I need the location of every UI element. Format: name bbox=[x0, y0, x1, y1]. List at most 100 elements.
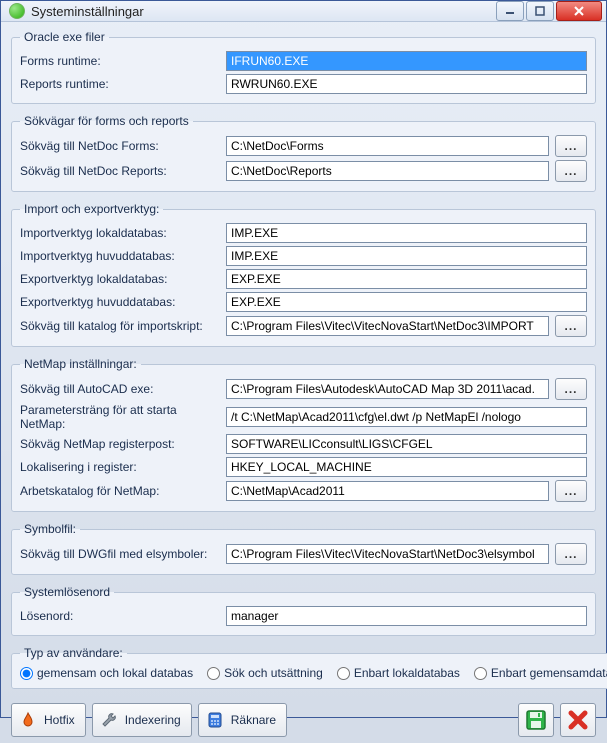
row-autocad-path: Sökväg till AutoCAD exe: ... bbox=[20, 378, 587, 400]
browse-netdoc-forms-button[interactable]: ... bbox=[555, 135, 587, 157]
radio-local-only[interactable] bbox=[337, 667, 350, 680]
row-exp-local: Exportverktyg lokaldatabas: bbox=[20, 269, 587, 289]
row-password: Lösenord: bbox=[20, 606, 587, 626]
netmap-regpost-input[interactable] bbox=[226, 434, 587, 454]
netmap-regpost-label: Sökväg NetMap registerpost: bbox=[20, 437, 220, 451]
cancel-icon bbox=[567, 709, 589, 731]
maximize-button[interactable] bbox=[526, 1, 554, 21]
indexing-button[interactable]: Indexering bbox=[92, 703, 192, 737]
netdoc-reports-path-label: Sökväg till NetDoc Reports: bbox=[20, 164, 220, 178]
row-netdoc-forms-path: Sökväg till NetDoc Forms: ... bbox=[20, 135, 587, 157]
radio-opt-local-only[interactable]: Enbart lokaldatabas bbox=[337, 666, 460, 680]
radio-shared-only[interactable] bbox=[474, 667, 487, 680]
group-paths-legend: Sökvägar för forms och reports bbox=[20, 114, 193, 128]
row-imp-local: Importverktyg lokaldatabas: bbox=[20, 223, 587, 243]
radio-shared-local-label: gemensam och lokal databas bbox=[37, 666, 193, 680]
hotfix-button[interactable]: Hotfix bbox=[11, 703, 86, 737]
browse-dwg-button[interactable]: ... bbox=[555, 543, 587, 565]
netdoc-forms-path-input[interactable] bbox=[226, 136, 549, 156]
group-symbol-legend: Symbolfil: bbox=[20, 522, 80, 536]
dwg-path-input[interactable] bbox=[226, 544, 549, 564]
exp-main-input[interactable] bbox=[226, 292, 587, 312]
autocad-path-input[interactable] bbox=[226, 379, 549, 399]
group-import-export-legend: Import och exportverktyg: bbox=[20, 202, 163, 216]
browse-netdoc-reports-button[interactable]: ... bbox=[555, 160, 587, 182]
radio-opt-shared-only[interactable]: Enbart gemensamdatabas bbox=[474, 666, 607, 680]
group-oracle: Oracle exe filer Forms runtime: Reports … bbox=[11, 30, 596, 104]
close-button[interactable] bbox=[556, 1, 602, 21]
radio-row-usertype: gemensam och lokal databas Sök och utsät… bbox=[20, 664, 607, 682]
reports-runtime-label: Reports runtime: bbox=[20, 77, 220, 91]
radio-shared-only-label: Enbart gemensamdatabas bbox=[491, 666, 607, 680]
imp-local-input[interactable] bbox=[226, 223, 587, 243]
settings-window: Systeminställningar Oracle exe filer For… bbox=[0, 0, 607, 718]
row-dwg-path: Sökväg till DWGfil med elsymboler: ... bbox=[20, 543, 587, 565]
group-oracle-legend: Oracle exe filer bbox=[20, 30, 109, 44]
app-icon bbox=[9, 3, 25, 19]
row-netmap-regpost: Sökväg NetMap registerpost: bbox=[20, 434, 587, 454]
titlebar: Systeminställningar bbox=[1, 1, 606, 22]
group-netmap-legend: NetMap inställningar: bbox=[20, 357, 141, 371]
row-netmap-reglocal: Lokalisering i register: bbox=[20, 457, 587, 477]
radio-search[interactable] bbox=[207, 667, 220, 680]
import-script-path-input[interactable] bbox=[226, 316, 549, 336]
save-button[interactable] bbox=[518, 703, 554, 737]
exp-local-input[interactable] bbox=[226, 269, 587, 289]
content-area: Oracle exe filer Forms runtime: Reports … bbox=[1, 22, 606, 743]
window-controls bbox=[496, 1, 602, 21]
forms-runtime-label: Forms runtime: bbox=[20, 54, 220, 68]
password-label: Lösenord: bbox=[20, 609, 220, 623]
counters-button-label: Räknare bbox=[231, 713, 276, 727]
minimize-icon bbox=[505, 6, 515, 16]
maximize-icon bbox=[535, 6, 545, 16]
imp-main-input[interactable] bbox=[226, 246, 587, 266]
browse-autocad-button[interactable]: ... bbox=[555, 378, 587, 400]
cancel-button[interactable] bbox=[560, 703, 596, 737]
group-password: Systemlösenord Lösenord: bbox=[11, 585, 596, 636]
group-paths: Sökvägar för forms och reports Sökväg ti… bbox=[11, 114, 596, 192]
reports-runtime-input[interactable] bbox=[226, 74, 587, 94]
wrench-icon bbox=[99, 710, 119, 730]
netmap-workdir-input[interactable] bbox=[226, 481, 549, 501]
dwg-path-label: Sökväg till DWGfil med elsymboler: bbox=[20, 547, 220, 561]
exp-main-label: Exportverktyg huvuddatabas: bbox=[20, 295, 220, 309]
radio-opt-search[interactable]: Sök och utsättning bbox=[207, 666, 323, 680]
row-netmap-params: Parametersträng för att starta NetMap: bbox=[20, 403, 587, 431]
minimize-button[interactable] bbox=[496, 1, 524, 21]
netmap-params-label: Parametersträng för att starta NetMap: bbox=[20, 403, 220, 431]
bottom-toolbar: Hotfix Indexering Räknare bbox=[11, 699, 596, 737]
row-forms-runtime: Forms runtime: bbox=[20, 51, 587, 71]
group-password-legend: Systemlösenord bbox=[20, 585, 114, 599]
imp-local-label: Importverktyg lokaldatabas: bbox=[20, 226, 220, 240]
netdoc-reports-path-input[interactable] bbox=[226, 161, 549, 181]
counters-button[interactable]: Räknare bbox=[198, 703, 287, 737]
hotfix-button-label: Hotfix bbox=[44, 713, 75, 727]
netmap-reglocal-input[interactable] bbox=[226, 457, 587, 477]
password-input[interactable] bbox=[226, 606, 587, 626]
window-title: Systeminställningar bbox=[31, 4, 496, 19]
netdoc-forms-path-label: Sökväg till NetDoc Forms: bbox=[20, 139, 220, 153]
browse-netmap-workdir-button[interactable]: ... bbox=[555, 480, 587, 502]
netmap-params-input[interactable] bbox=[226, 407, 587, 427]
imp-main-label: Importverktyg huvuddatabas: bbox=[20, 249, 220, 263]
radio-local-only-label: Enbart lokaldatabas bbox=[354, 666, 460, 680]
indexing-button-label: Indexering bbox=[125, 713, 181, 727]
browse-import-script-button[interactable]: ... bbox=[555, 315, 587, 337]
calculator-icon bbox=[205, 710, 225, 730]
netmap-reglocal-label: Lokalisering i register: bbox=[20, 460, 220, 474]
close-icon bbox=[573, 6, 585, 16]
radio-shared-local[interactable] bbox=[20, 667, 33, 680]
group-usertype: Typ av användare: gemensam och lokal dat… bbox=[11, 646, 607, 689]
radio-opt-shared-local[interactable]: gemensam och lokal databas bbox=[20, 666, 193, 680]
row-reports-runtime: Reports runtime: bbox=[20, 74, 587, 94]
group-usertype-legend: Typ av användare: bbox=[20, 646, 127, 660]
group-symbol: Symbolfil: Sökväg till DWGfil med elsymb… bbox=[11, 522, 596, 575]
exp-local-label: Exportverktyg lokaldatabas: bbox=[20, 272, 220, 286]
row-netmap-workdir: Arbetskatalog för NetMap: ... bbox=[20, 480, 587, 502]
row-netdoc-reports-path: Sökväg till NetDoc Reports: ... bbox=[20, 160, 587, 182]
save-icon bbox=[525, 709, 547, 731]
row-exp-main: Exportverktyg huvuddatabas: bbox=[20, 292, 587, 312]
fire-icon bbox=[18, 710, 38, 730]
forms-runtime-input[interactable] bbox=[226, 51, 587, 71]
row-import-script-path: Sökväg till katalog för importskript: ..… bbox=[20, 315, 587, 337]
